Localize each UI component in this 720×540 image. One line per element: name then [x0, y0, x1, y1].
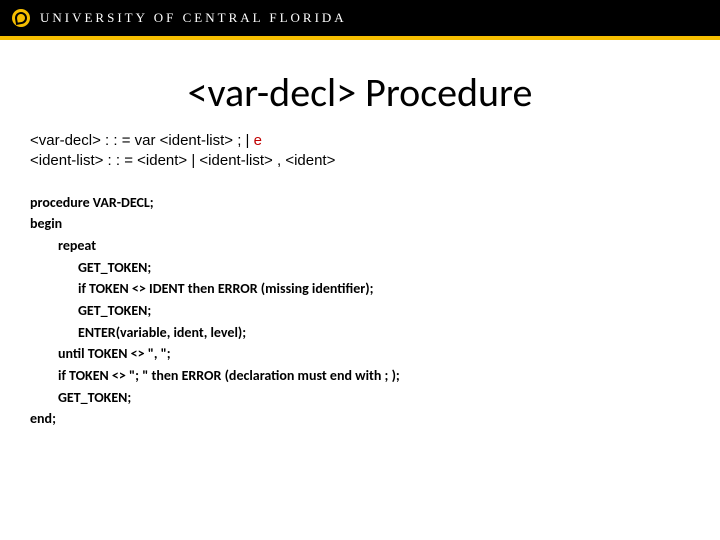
grammar-text: ; | — [233, 132, 254, 149]
grammar-text: , — [273, 152, 286, 169]
code-line: procedure VAR-DECL; — [30, 192, 690, 214]
grammar-line-2: <ident-list> : : = <ident> | <ident-list… — [30, 151, 690, 171]
grammar-text: : : = — [103, 152, 137, 169]
code-line: GET_TOKEN; — [30, 300, 690, 322]
grammar-line-1: <var-decl> : : = var <ident-list> ; | e — [30, 131, 690, 151]
code-line: end; — [30, 408, 690, 430]
nt-ident: <ident> — [285, 152, 335, 169]
code-line: repeat — [30, 235, 690, 257]
university-name: UNIVERSITY OF CENTRAL FLORIDA — [40, 10, 347, 26]
grammar-text: | — [187, 152, 199, 169]
grammar-block: <var-decl> : : = var <ident-list> ; | e … — [30, 131, 690, 172]
epsilon: e — [254, 132, 262, 149]
grammar-text: : : = var — [101, 132, 160, 149]
nt-var-decl: <var-decl> — [30, 132, 101, 149]
procedure-code: procedure VAR-DECL; begin repeat GET_TOK… — [30, 192, 690, 431]
ucf-logo-icon — [12, 9, 30, 27]
code-line: GET_TOKEN; — [30, 387, 690, 409]
slide-title: <var-decl> Procedure — [30, 68, 690, 117]
code-line: if TOKEN <> "; " then ERROR (declaration… — [30, 365, 690, 387]
pegasus-mark — [14, 11, 28, 25]
nt-ident-list: <ident-list> — [199, 152, 272, 169]
nt-ident: <ident> — [137, 152, 187, 169]
slide-content: <var-decl> Procedure <var-decl> : : = va… — [0, 40, 720, 430]
code-line: ENTER(variable, ident, level); — [30, 322, 690, 344]
code-line: until TOKEN <> ", "; — [30, 343, 690, 365]
code-line: GET_TOKEN; — [30, 257, 690, 279]
nt-ident-list: <ident-list> — [160, 132, 233, 149]
code-line: begin — [30, 213, 690, 235]
header-bar: UNIVERSITY OF CENTRAL FLORIDA — [0, 0, 720, 36]
code-line: if TOKEN <> IDENT then ERROR (missing id… — [30, 278, 690, 300]
nt-ident-list: <ident-list> — [30, 152, 103, 169]
